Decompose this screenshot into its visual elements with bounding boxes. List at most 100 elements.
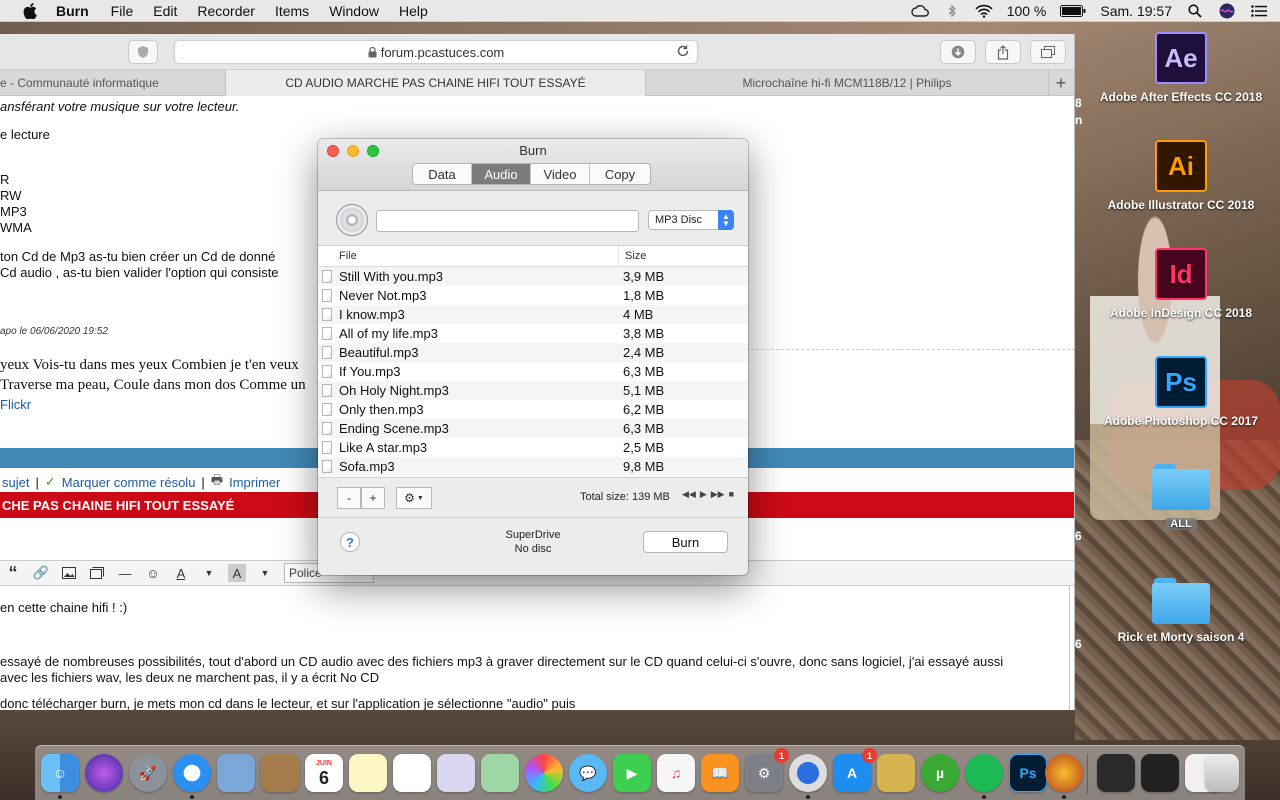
message-editor[interactable]: en cette chaine hifi ! :) essayé de nomb… — [0, 586, 1070, 710]
menu-items[interactable]: Items — [275, 3, 309, 19]
tab-philips[interactable]: Microchaîne hi-fi MCM118B/12 | Philips — [646, 70, 1049, 96]
flickr-link[interactable]: Flickr — [0, 397, 31, 412]
menubar-clock[interactable]: Sam. 19:57 — [1100, 3, 1172, 19]
help-button[interactable]: ? — [340, 532, 360, 552]
table-row[interactable]: Sofa.mp3 9,8 MB — [318, 457, 748, 476]
dock-calendar-icon[interactable]: JUIN 6 — [305, 754, 343, 792]
table-row[interactable]: Like A star.mp3 2,5 MB — [318, 438, 748, 457]
tab-video[interactable]: Video — [531, 164, 590, 184]
dock-reminders-icon[interactable] — [393, 754, 431, 792]
dock-contacts-icon[interactable] — [261, 754, 299, 792]
desktop-icon-after-effects[interactable]: Ae Adobe After Effects CC 2018 — [1091, 32, 1271, 104]
gallery-icon[interactable] — [88, 564, 106, 582]
dock-spotify-icon[interactable] — [965, 754, 1003, 799]
column-header-file[interactable]: File — [318, 246, 619, 266]
smiley-icon[interactable]: ☺ — [144, 564, 162, 582]
dock-chrome-icon[interactable] — [789, 754, 827, 799]
desktop-folder-rick-morty[interactable]: Rick et Morty saison 4 — [1091, 578, 1271, 644]
dock-facetime-icon[interactable]: ▶ — [613, 754, 651, 792]
battery-percent[interactable]: 100 % — [1007, 3, 1047, 19]
desktop-folder-all[interactable]: ALL — [1091, 464, 1271, 530]
remove-file-button[interactable]: - — [337, 487, 361, 509]
fast-forward-icon[interactable]: ▶▶ — [711, 489, 725, 500]
dock-preview-icon[interactable] — [217, 754, 255, 792]
table-row[interactable]: Still With you.mp3 3,9 MB — [318, 267, 748, 286]
desktop-icon-indesign[interactable]: Id Adobe InDesign CC 2018 — [1091, 248, 1271, 320]
dock-maps-icon[interactable] — [481, 754, 519, 792]
dock-system-preferences-icon[interactable]: ⚙ 1 — [745, 748, 789, 792]
link-icon[interactable]: 🔗 — [32, 564, 50, 582]
dock-photos-icon[interactable] — [525, 754, 563, 792]
table-row[interactable]: Oh Holy Night.mp3 5,1 MB — [318, 381, 748, 400]
downloads-button[interactable] — [940, 40, 976, 64]
menu-edit[interactable]: Edit — [153, 3, 177, 19]
desktop-icon-photoshop[interactable]: Ps Adobe Photoshop CC 2017 — [1091, 356, 1271, 428]
dock-safari-icon[interactable] — [173, 754, 211, 799]
burn-button[interactable]: Burn — [643, 531, 728, 553]
tab-copy[interactable]: Copy — [590, 164, 650, 184]
dock-window-thumbnail-2[interactable] — [1141, 754, 1179, 792]
menu-help[interactable]: Help — [399, 3, 428, 19]
chevron-down-icon[interactable]: ▼ — [256, 564, 274, 582]
dock-siri-icon[interactable] — [85, 754, 123, 792]
creative-cloud-icon[interactable] — [911, 3, 929, 19]
new-tab-button[interactable]: + — [1048, 70, 1074, 96]
table-row[interactable]: Only then.mp3 6,2 MB — [318, 400, 748, 419]
disc-name-input[interactable] — [376, 210, 639, 232]
dock-burn-icon[interactable] — [1045, 754, 1083, 799]
stop-icon[interactable]: ■ — [729, 489, 734, 500]
address-bar[interactable]: forum.pcastuces.com — [174, 40, 698, 64]
tab-communaute[interactable]: e - Communauté informatique — [0, 70, 226, 96]
quote-icon[interactable]: “ — [4, 563, 22, 583]
table-row[interactable]: All of my life.mp3 3,8 MB — [318, 324, 748, 343]
disc-type-select[interactable]: MP3 Disc ▲ ▼ — [648, 210, 734, 230]
menu-recorder[interactable]: Recorder — [197, 3, 255, 19]
dock-finder-icon[interactable]: ☺ — [41, 754, 79, 799]
dock-photoshop-icon[interactable]: Ps — [1009, 754, 1047, 792]
tab-cd-audio[interactable]: CD AUDIO MARCHE PAS CHAINE HIFI TOUT ESS… — [226, 70, 646, 96]
tab-data[interactable]: Data — [413, 164, 472, 184]
bluetooth-icon[interactable] — [943, 3, 961, 19]
tab-audio[interactable]: Audio — [472, 164, 531, 184]
dock-launchpad-icon[interactable]: 🚀 — [129, 754, 167, 792]
dock-music-icon[interactable]: ♫ — [657, 754, 695, 792]
dock-app-store-icon[interactable]: A1 — [833, 748, 877, 792]
rewind-icon[interactable]: ◀◀ — [682, 489, 696, 500]
reload-icon[interactable] — [676, 44, 690, 58]
table-row[interactable]: Never Not.mp3 1,8 MB — [318, 286, 748, 305]
table-row[interactable]: Beautiful.mp3 2,4 MB — [318, 343, 748, 362]
highlight-color-icon[interactable]: A — [228, 564, 246, 582]
dock-window-thumbnail-1[interactable] — [1097, 754, 1135, 792]
table-row[interactable]: I know.mp3 4 MB — [318, 305, 748, 324]
play-icon[interactable]: ▶ — [700, 489, 707, 500]
dock-utorrent-icon[interactable]: µ — [921, 754, 959, 792]
table-row[interactable]: If You.mp3 6,3 MB — [318, 362, 748, 381]
apple-menu-icon[interactable] — [20, 2, 40, 19]
siri-icon[interactable] — [1218, 3, 1236, 19]
menu-window[interactable]: Window — [329, 3, 379, 19]
dock-notes-icon[interactable] — [349, 754, 387, 792]
notification-center-icon[interactable] — [1250, 3, 1268, 19]
spotlight-search-icon[interactable] — [1186, 3, 1204, 19]
topic-action-sujet[interactable]: sujet — [2, 475, 29, 490]
add-file-button[interactable]: + — [361, 487, 385, 509]
desktop-icon-illustrator[interactable]: Ai Adobe Illustrator CC 2018 — [1091, 140, 1271, 212]
dock-trash-icon[interactable] — [1205, 754, 1239, 792]
tab-overview-button[interactable] — [1030, 40, 1066, 64]
image-icon[interactable] — [60, 564, 78, 582]
app-menu-burn[interactable]: Burn — [56, 3, 89, 19]
print-link[interactable]: Imprimer — [229, 475, 280, 490]
share-button[interactable] — [985, 40, 1021, 64]
wifi-icon[interactable] — [975, 3, 993, 19]
actions-menu-button[interactable]: ⚙ ▼ — [396, 487, 432, 509]
menu-file[interactable]: File — [111, 3, 134, 19]
dock-archive-icon[interactable] — [877, 754, 915, 792]
battery-icon[interactable] — [1060, 3, 1086, 19]
mark-resolved-link[interactable]: Marquer comme résolu — [62, 475, 196, 490]
text-color-icon[interactable]: A — [172, 564, 190, 582]
dock-books-icon[interactable]: 📖 — [701, 754, 739, 792]
chevron-down-icon[interactable]: ▼ — [200, 564, 218, 582]
dock-photobooth-icon[interactable] — [437, 754, 475, 792]
column-header-size[interactable]: Size — [619, 246, 646, 266]
table-row[interactable]: Ending Scene.mp3 6,3 MB — [318, 419, 748, 438]
